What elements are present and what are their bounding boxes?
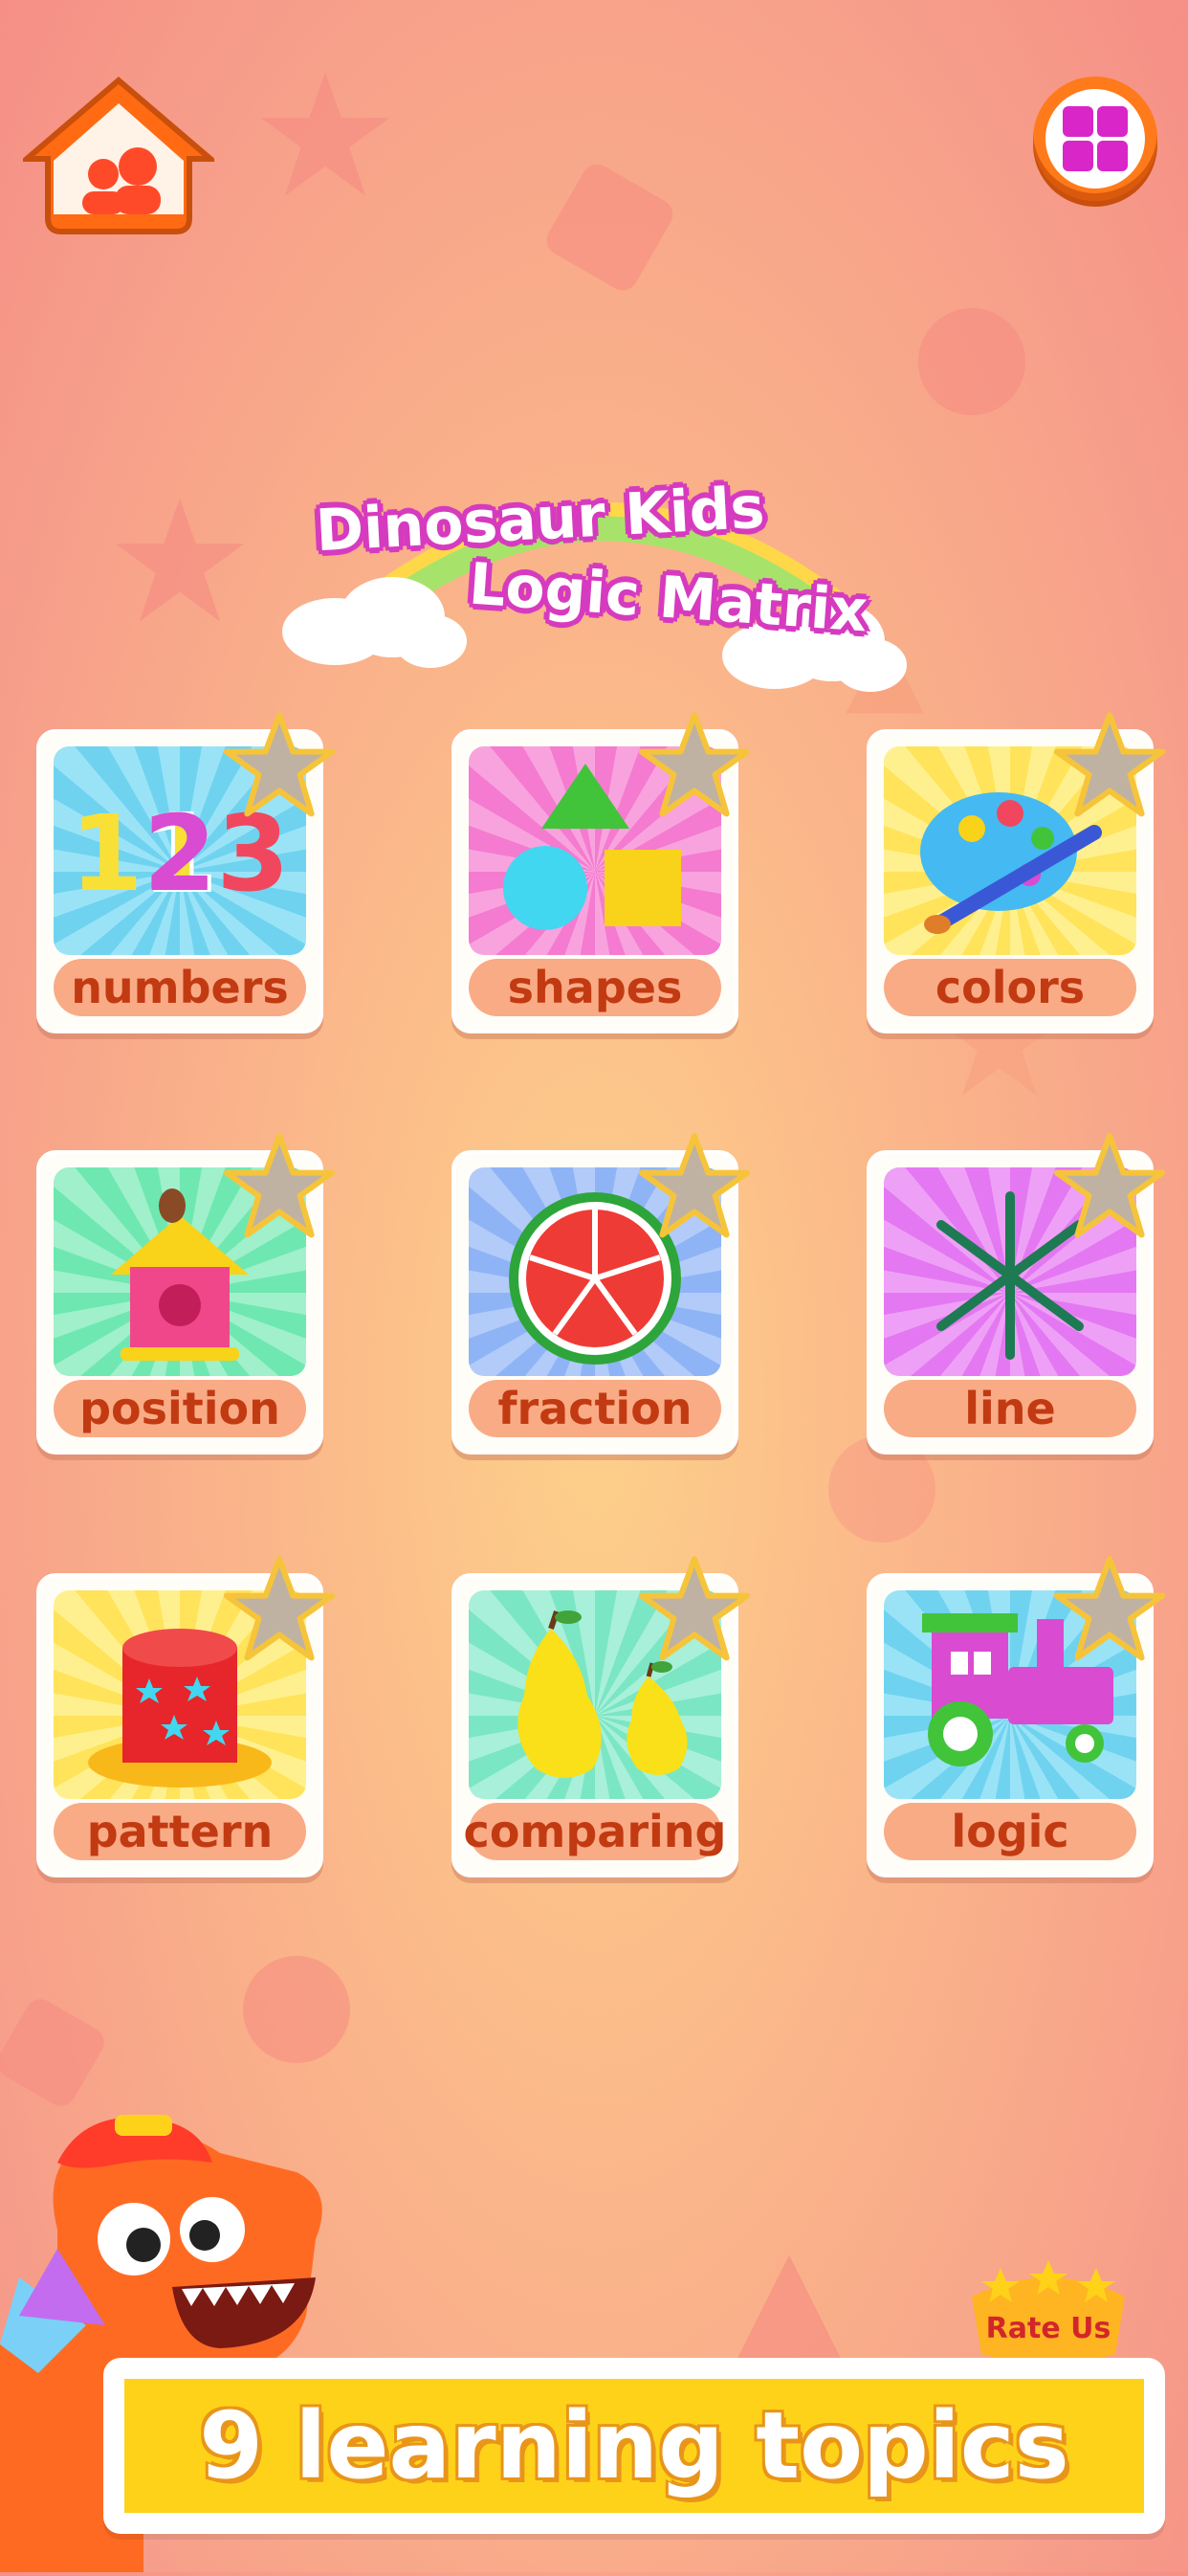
menu-grid-button[interactable] xyxy=(1033,77,1157,201)
topic-card-fraction[interactable]: fraction xyxy=(451,1133,751,1455)
topic-label: comparing xyxy=(464,1803,726,1860)
topic-card-line[interactable]: line xyxy=(867,1133,1166,1455)
topic-card-pattern[interactable]: pattern xyxy=(36,1556,336,1877)
background-star xyxy=(113,493,247,631)
topic-card-colors[interactable]: colors xyxy=(867,712,1166,1033)
topic-card-shapes[interactable]: shapes xyxy=(451,712,751,1033)
grid-menu-icon xyxy=(1063,106,1128,171)
cloud-icon xyxy=(282,577,467,668)
star-badge-icon xyxy=(638,1133,751,1238)
topic-card-logic[interactable]: logic xyxy=(867,1556,1166,1877)
topic-label: pattern xyxy=(54,1803,306,1860)
star-badge-icon xyxy=(223,712,336,817)
topic-card-position[interactable]: position xyxy=(36,1133,336,1455)
parents-home-button[interactable] xyxy=(18,75,219,237)
rate-us-button[interactable]: Rate Us xyxy=(953,2258,1144,2373)
background-diamond xyxy=(0,1993,110,2112)
promo-banner: 9 learning topics xyxy=(103,2358,1165,2534)
topic-label: numbers xyxy=(54,959,306,1016)
star-badge-icon xyxy=(1053,712,1166,817)
topic-label: colors xyxy=(884,959,1136,1016)
topic-label: line xyxy=(884,1380,1136,1437)
background-circle xyxy=(243,1956,350,2063)
background-star xyxy=(258,67,392,205)
star-badge-icon xyxy=(1053,1133,1166,1238)
star-badge-icon xyxy=(223,1133,336,1238)
promo-banner-fill: 9 learning topics xyxy=(124,2379,1144,2513)
topic-label: shapes xyxy=(469,959,721,1016)
topic-card-comparing[interactable]: comparing xyxy=(451,1556,751,1877)
star-badge-icon xyxy=(638,712,751,817)
topic-label: fraction xyxy=(469,1380,721,1437)
promo-banner-text: 9 learning topics xyxy=(199,2392,1069,2499)
rate-us-label: Rate Us xyxy=(985,2312,1111,2345)
background-diamond xyxy=(540,158,679,297)
app-title-logo: Dinosaur Kids Logic Matrix xyxy=(277,459,918,699)
star-badge-icon xyxy=(223,1556,336,1661)
topic-label: position xyxy=(54,1380,306,1437)
family-house-icon xyxy=(119,147,157,186)
star-badge-icon xyxy=(1053,1556,1166,1661)
topic-card-numbers[interactable]: 1 123 numbers xyxy=(36,712,336,1033)
topic-label: logic xyxy=(884,1803,1136,1860)
star-badge-icon xyxy=(638,1556,751,1661)
background-circle xyxy=(918,308,1025,415)
